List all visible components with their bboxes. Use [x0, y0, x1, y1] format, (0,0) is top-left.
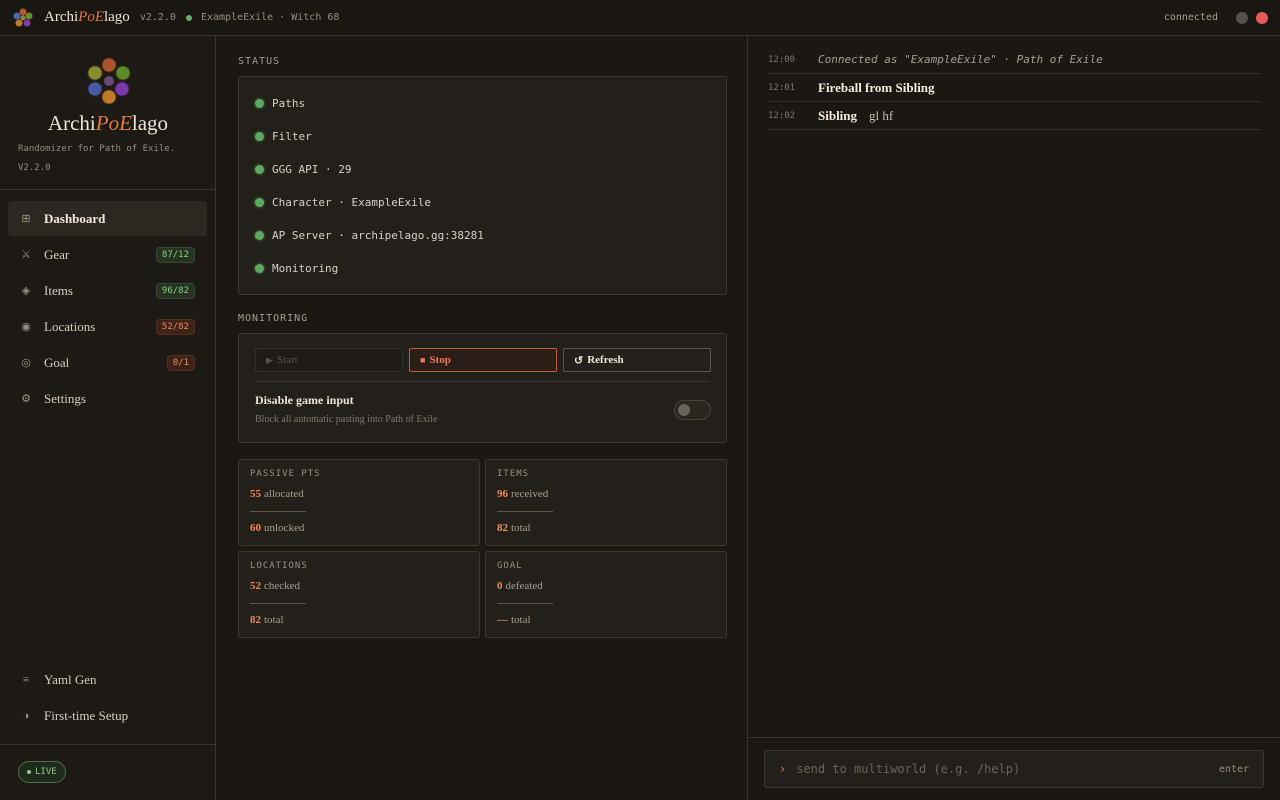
close-button[interactable] [1256, 11, 1268, 24]
monitoring-section-title: MONITORING [238, 313, 309, 324]
ok-dot-icon [255, 132, 264, 141]
sidebar-footer: LIVE [0, 744, 216, 800]
composer-area: › enter [748, 737, 1280, 800]
location-icon: ◉ [21, 321, 31, 333]
status-card: Paths Filter GGG API · 29 Character · Ex… [238, 76, 727, 295]
gear-count-badge: 87/12 [155, 246, 195, 263]
connection-status: connected [1163, 12, 1218, 23]
sidebar-item-label: Locations [44, 318, 96, 334]
status-row: GGG API · 29 [239, 153, 726, 186]
ok-dot-icon [255, 231, 264, 240]
enter-hint: enter [1218, 763, 1249, 775]
status-row: Filter [239, 120, 726, 153]
stop-button[interactable]: ■ Stop [409, 348, 557, 372]
divider [255, 381, 710, 382]
sidebar-item-locations[interactable]: ◉ Locations 52/82 [8, 309, 207, 344]
locations-card: LOCATIONS 52 checked 82 total [238, 551, 480, 638]
sidebar-item-label: Gear [44, 246, 70, 262]
sidebar-item-yaml-gen[interactable]: ≡ Yaml Gen [8, 662, 207, 697]
log-entry: 12:02 Sibling gl hf [768, 102, 1261, 130]
items-card: ITEMS 96 received 82 total [485, 459, 727, 546]
disable-input-toggle[interactable] [674, 400, 711, 420]
sidebar-item-dashboard[interactable]: ⊞ Dashboard [8, 201, 207, 236]
log-entry: 12:00 Connected as "ExampleExile" · Path… [768, 46, 1261, 74]
app-window: ArchiPoElago v2.2.0 ExampleExile · Witch… [0, 0, 1280, 800]
status-row: Paths [239, 87, 726, 120]
status-row: Monitoring [239, 252, 726, 285]
sidebar-item-label: Settings [44, 390, 86, 406]
sidebar-item-label: Goal [44, 354, 70, 370]
locations-count-badge: 52/82 [155, 318, 195, 335]
refresh-button[interactable]: ↺ Refresh [563, 348, 711, 372]
command-input[interactable] [796, 762, 1219, 776]
sidebar-item-label: First-time Setup [44, 707, 129, 723]
diamond-icon: ◈ [21, 285, 31, 297]
dashboard-main: STATUS Paths Filter GGG API · 29 Charact… [216, 36, 747, 800]
passive-points-card: PASSIVE PTS 55 allocated 60 unlocked [238, 459, 480, 546]
goal-card: GOAL 0 defeated — total [485, 551, 727, 638]
sidebar-item-items[interactable]: ◈ Items 96/82 [8, 273, 207, 308]
sidebar-item-label: Dashboard [44, 210, 106, 226]
app-version: v2.2.0 [139, 12, 176, 23]
sidebar-item-settings[interactable]: ⚙ Settings [8, 381, 207, 416]
grid-icon: ⊞ [21, 213, 31, 225]
status-row: AP Server · archipelago.gg:38281 [239, 219, 726, 252]
ok-dot-icon [255, 165, 264, 174]
monitoring-card: ▶ Start ■ Stop ↺ Refresh Disable game input… [238, 333, 727, 443]
status-section-title: STATUS [238, 56, 281, 67]
brand-subtitle: Randomizer for Path of Exile. V2.2.0 [18, 144, 176, 173]
connection-dot-icon [185, 14, 192, 21]
brand-block: ArchiPoElago Randomizer for Path of Exil… [0, 36, 215, 190]
target-icon: ◎ [21, 357, 31, 369]
toggle-knob [678, 404, 690, 416]
play-icon: ▶ [266, 354, 273, 365]
sidebar-item-first-time-setup[interactable]: ◑ First-time Setup [8, 698, 207, 733]
message-log: 12:00 Connected as "ExampleExile" · Path… [768, 46, 1261, 130]
sidebar-item-label: Items [44, 282, 73, 298]
current-character: ExampleExile · Witch 68 [200, 12, 340, 23]
gear-icon: ⚙ [21, 393, 31, 405]
app-name: ArchiPoElago [44, 9, 130, 25]
main-nav: ⊞ Dashboard ⚔ Gear 87/12 ◈ Items 96/82 ◉… [8, 201, 207, 417]
sidebar: ArchiPoElago Randomizer for Path of Exil… [0, 36, 216, 800]
sidebar-item-label: Yaml Gen [44, 671, 97, 687]
live-badge: LIVE [18, 761, 66, 783]
title-bar: ArchiPoElago v2.2.0 ExampleExile · Witch… [0, 0, 1280, 36]
swords-icon: ⚔ [21, 249, 31, 261]
brand-title: ArchiPoElago [47, 111, 169, 135]
minimize-button[interactable] [1236, 11, 1248, 24]
app-logo-icon [12, 7, 34, 29]
stop-icon: ■ [420, 355, 426, 365]
disable-input-label: Disable game input [255, 393, 354, 407]
sidebar-item-gear[interactable]: ⚔ Gear 87/12 [8, 237, 207, 272]
goal-count-badge: 0/1 [166, 354, 195, 371]
multiworld-log-panel: 12:00 Connected as "ExampleExile" · Path… [747, 36, 1280, 800]
start-button[interactable]: ▶ Start [255, 348, 403, 372]
secondary-nav: ≡ Yaml Gen ◑ First-time Setup [8, 662, 207, 734]
live-dot-icon [27, 770, 31, 774]
ok-dot-icon [255, 198, 264, 207]
sidebar-item-goal[interactable]: ◎ Goal 0/1 [8, 345, 207, 380]
orb-cluster-logo-icon [84, 56, 134, 106]
list-icon: ≡ [22, 673, 30, 686]
prompt-chevron-icon: › [779, 762, 787, 776]
disable-input-description: Block all automatic pasting into Path of… [255, 414, 438, 425]
status-row: Character · ExampleExile [239, 186, 726, 219]
log-entry: 12:01 Fireball from Sibling [768, 74, 1261, 102]
composer: › enter [764, 750, 1264, 788]
ok-dot-icon [255, 99, 264, 108]
half-circle-icon: ◑ [22, 709, 30, 722]
ok-dot-icon [255, 264, 264, 273]
items-count-badge: 96/82 [155, 282, 195, 299]
refresh-icon: ↺ [574, 354, 584, 367]
